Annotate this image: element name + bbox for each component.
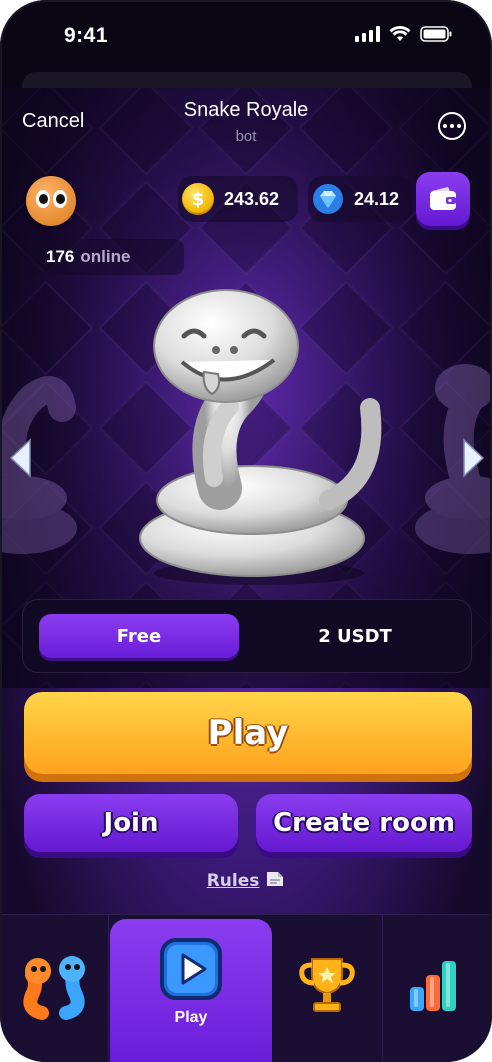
nav-divider [108, 915, 109, 1062]
wifi-icon [389, 26, 411, 41]
bar-chart-icon [410, 961, 456, 1011]
entry-price-toggle: Free 2 USDT [22, 599, 472, 673]
online-label: online [80, 247, 131, 266]
document-icon [267, 872, 284, 886]
app-title: Snake Royale [183, 99, 309, 121]
diamond-balance[interactable]: 24.12 [308, 176, 412, 222]
create-room-button[interactable]: Create room [256, 794, 472, 852]
diamond-icon [313, 184, 343, 214]
trophy-icon [299, 958, 355, 1012]
more-options-button[interactable] [438, 112, 466, 140]
join-button[interactable]: Join [24, 794, 238, 852]
rules-link-row: Rules [2, 870, 490, 891]
price-option-usdt[interactable]: 2 USDT [255, 614, 455, 658]
nav-item-stats[interactable] [384, 915, 490, 1062]
status-icons [355, 26, 452, 42]
battery-icon [420, 26, 452, 42]
cellular-signal-icon [355, 26, 380, 42]
avatar-eye-left [36, 190, 50, 208]
nav-divider [382, 915, 383, 1062]
phone-frame: 9:41 Cancel Snake Royale bot $ 243.62 24… [0, 0, 492, 1062]
coin-balance-value: 243.62 [224, 188, 280, 209]
avatar-eye-right [53, 190, 67, 208]
rules-link[interactable]: Rules [207, 871, 260, 891]
play-icon [160, 938, 222, 1000]
nav-item-play[interactable]: Play [110, 919, 272, 1062]
user-avatar[interactable] [26, 176, 76, 226]
more-dots-icon [443, 124, 447, 128]
next-arrow-button[interactable] [460, 438, 486, 478]
play-button[interactable]: Play [24, 692, 472, 774]
online-counter: 176 online [22, 239, 184, 275]
header: Cancel Snake Royale bot [2, 88, 490, 168]
status-bar: 9:41 [0, 0, 492, 70]
mini-app-screen: Cancel Snake Royale bot $ 243.62 24.12 1… [2, 88, 490, 1062]
nav-item-snakes[interactable] [2, 915, 108, 1062]
wallet-button[interactable] [416, 172, 470, 226]
previous-arrow-button[interactable] [8, 438, 34, 478]
nav-label-play: Play [174, 1009, 208, 1026]
online-count: 176 [46, 247, 75, 266]
price-option-free[interactable]: Free [39, 614, 239, 658]
diamond-balance-value: 24.12 [354, 188, 400, 209]
nav-item-leaderboard[interactable] [272, 915, 382, 1062]
wallet-icon [430, 187, 456, 210]
gold-coin-icon: $ [182, 183, 214, 215]
snakes-characters-icon [23, 956, 85, 1020]
snake-character-image [139, 289, 382, 585]
bottom-navigation: Play [2, 914, 490, 1062]
app-subtitle: bot [235, 128, 257, 145]
status-time: 9:41 [64, 24, 109, 47]
coin-balance[interactable]: $ 243.62 [178, 176, 298, 222]
